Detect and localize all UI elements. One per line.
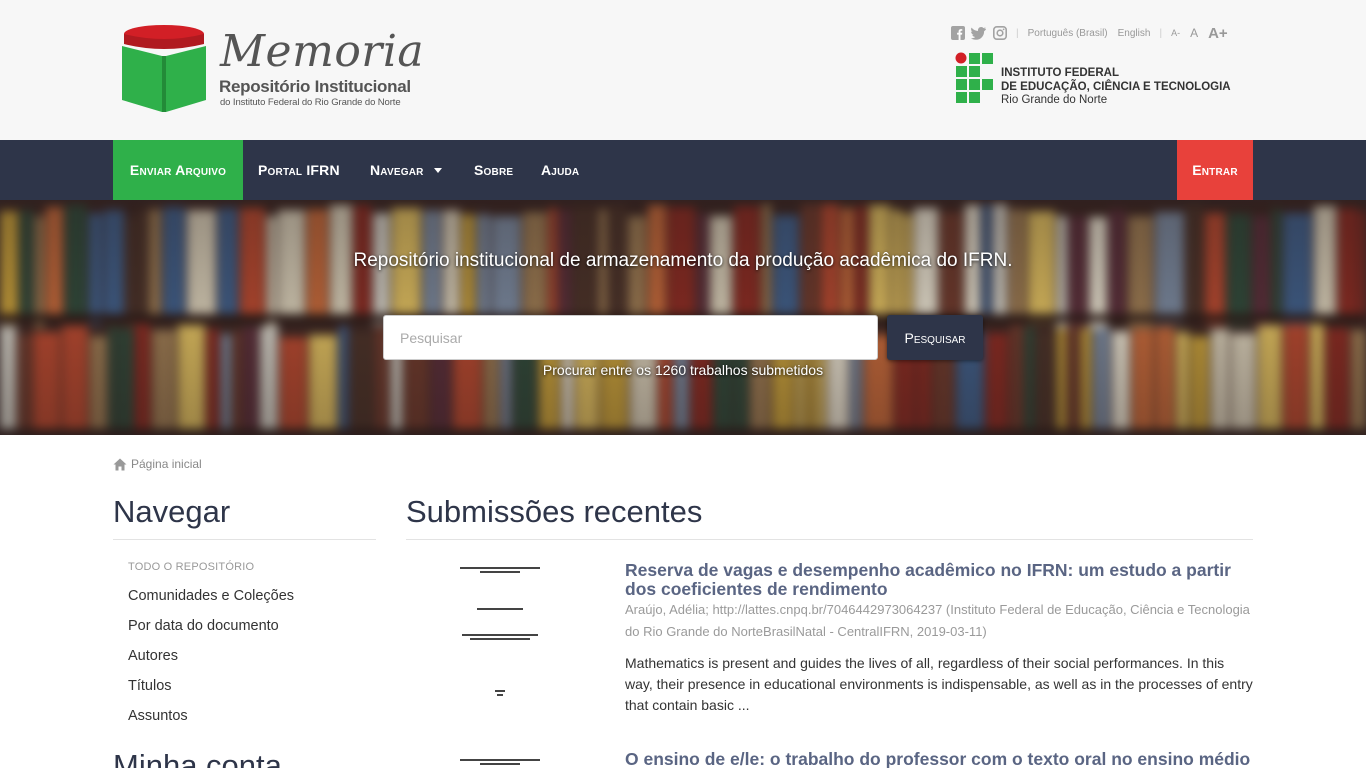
hero-banner: Repositório institucional de armazenamen…: [0, 200, 1366, 435]
ifrn-text: INSTITUTO FEDERAL DE EDUCAÇÃO, CIÊNCIA E…: [1001, 67, 1231, 108]
search-input[interactable]: [383, 315, 878, 360]
facebook-icon[interactable]: [950, 26, 965, 41]
login-button[interactable]: Entrar: [1177, 140, 1253, 200]
sidebar-item-subjects[interactable]: Assuntos: [128, 706, 294, 736]
sidebar-list: Comunidades e Coleções Por data do docum…: [128, 586, 294, 736]
send-file-button[interactable]: Enviar Arquivo: [113, 140, 243, 200]
font-decrease-button[interactable]: A-: [1171, 28, 1180, 38]
instagram-icon[interactable]: [992, 26, 1007, 41]
logo-subtitle-small: do Instituto Federal do Rio Grande do No…: [220, 97, 401, 108]
sidebar-item-authors[interactable]: Autores: [128, 646, 294, 676]
ifrn-line3: Rio Grande do Norte: [1001, 94, 1108, 106]
sidebar-title: Navegar: [113, 494, 231, 529]
chevron-down-icon: [433, 167, 442, 173]
about-link[interactable]: Sobre: [474, 140, 513, 200]
search-button[interactable]: Pesquisar: [887, 315, 983, 360]
sidebar-item-titles[interactable]: Títulos: [128, 676, 294, 706]
logo-title: Memoria: [220, 26, 425, 77]
home-icon: [113, 458, 127, 470]
submission-title-link[interactable]: Reserva de vagas e desempenho acadêmico …: [625, 561, 1253, 599]
logo-subtitle: Repositório Institucional: [219, 77, 411, 96]
font-normal-button[interactable]: A: [1190, 26, 1198, 40]
submission-title-link[interactable]: O ensino de e/le: o trabalho do professo…: [625, 750, 1253, 768]
divider: [113, 539, 376, 540]
ifrn-grid-icon: [955, 52, 993, 103]
help-link[interactable]: Ajuda: [541, 140, 579, 200]
breadcrumb: Página inicial: [113, 457, 202, 471]
browse-menu[interactable]: Navegar: [370, 140, 442, 200]
divider: |: [1159, 27, 1163, 39]
sidebar-item-by-date[interactable]: Por data do documento: [128, 616, 294, 646]
submission-meta: Araújo, Adélia; http://lattes.cnpq.br/70…: [625, 602, 1250, 639]
portal-ifrn-link[interactable]: Portal IFRN: [258, 140, 340, 200]
breadcrumb-home-link[interactable]: Página inicial: [131, 457, 202, 471]
sidebar-subtitle: Todo o repositório: [128, 561, 255, 573]
memoria-logo-icon: [122, 25, 206, 112]
sidebar-item-communities[interactable]: Comunidades e Coleções: [128, 586, 294, 616]
memoria-logo[interactable]: Memoria Repositório Institucional do Ins…: [120, 24, 424, 116]
font-increase-button[interactable]: A+: [1208, 25, 1228, 42]
site-header: Memoria Repositório Institucional do Ins…: [0, 0, 1366, 140]
hero-tagline: Repositório institucional de armazenamen…: [353, 250, 1013, 271]
top-links: | Português (Brasil) English | A- A A+: [950, 24, 1228, 42]
language-pt-link[interactable]: Português (Brasil): [1028, 28, 1108, 39]
submission-abstract: Mathematics is present and guides the li…: [625, 655, 1253, 713]
sidebar-account-title: Minha conta: [113, 748, 282, 768]
language-en-link[interactable]: English: [1118, 28, 1151, 39]
document-thumbnail[interactable]: [440, 752, 560, 768]
ifrn-line2: DE EDUCAÇÃO, CIÊNCIA E TECNOLOGIA: [1001, 80, 1231, 93]
main-navbar: Enviar Arquivo Portal IFRN Navegar Sobre…: [0, 140, 1366, 200]
twitter-icon[interactable]: [971, 26, 986, 41]
ifrn-logo[interactable]: INSTITUTO FEDERAL DE EDUCAÇÃO, CIÊNCIA E…: [955, 52, 1245, 108]
browse-menu-label: Navegar: [370, 162, 424, 178]
divider: [406, 539, 1253, 540]
ifrn-line1: INSTITUTO FEDERAL: [1001, 67, 1119, 79]
recent-submissions-title: Submissões recentes: [406, 494, 703, 529]
divider: |: [1016, 27, 1019, 39]
search-help-text: Procurar entre os 1260 trabalhos submeti…: [542, 362, 824, 378]
document-thumbnail[interactable]: [440, 560, 560, 710]
